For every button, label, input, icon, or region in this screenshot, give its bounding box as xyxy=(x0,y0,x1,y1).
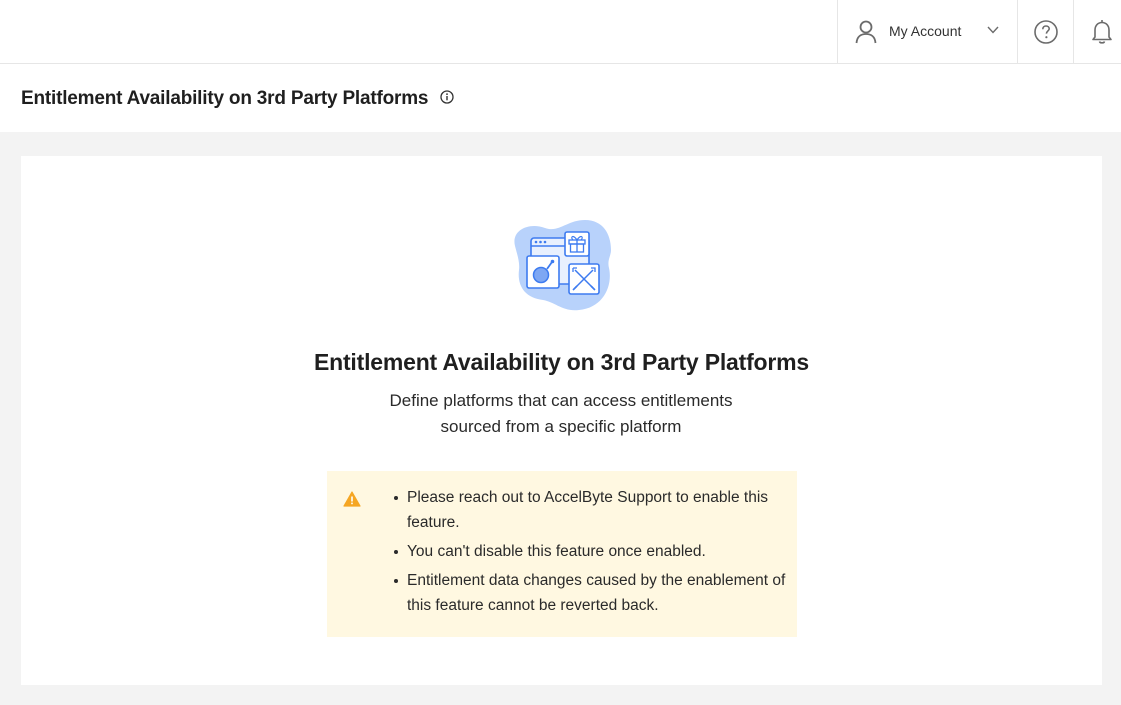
help-icon xyxy=(1034,20,1058,44)
empty-state-description: Define platforms that can access entitle… xyxy=(311,388,811,440)
user-icon xyxy=(855,20,877,44)
info-icon[interactable] xyxy=(440,90,454,104)
bell-icon xyxy=(1092,20,1112,44)
empty-state-title: Entitlement Availability on 3rd Party Pl… xyxy=(313,349,810,375)
description-line: sourced from a specific platform xyxy=(440,417,682,436)
account-label: My Account xyxy=(889,23,962,39)
description-line: Define platforms that can access entitle… xyxy=(389,391,733,410)
page-title: Entitlement Availability on 3rd Party Pl… xyxy=(21,88,429,109)
chevron-down-icon xyxy=(987,26,999,34)
list-item: Please reach out to AccelByte Support to… xyxy=(377,485,787,535)
warning-list: Please reach out to AccelByte Support to… xyxy=(377,485,787,622)
platforms-illustration xyxy=(514,220,611,311)
list-item: You can't disable this feature once enab… xyxy=(377,539,787,564)
help-button[interactable] xyxy=(1017,0,1073,63)
page-header: Entitlement Availability on 3rd Party Pl… xyxy=(0,64,1121,132)
top-bar: My Account xyxy=(0,0,1121,64)
empty-state-card: Entitlement Availability on 3rd Party Pl… xyxy=(21,156,1102,685)
warning-icon xyxy=(343,491,361,507)
account-menu[interactable]: My Account xyxy=(837,0,1018,63)
list-item: Entitlement data changes caused by the e… xyxy=(377,568,787,618)
warning-notice: Please reach out to AccelByte Support to… xyxy=(327,471,797,637)
notifications-button[interactable] xyxy=(1073,0,1121,63)
